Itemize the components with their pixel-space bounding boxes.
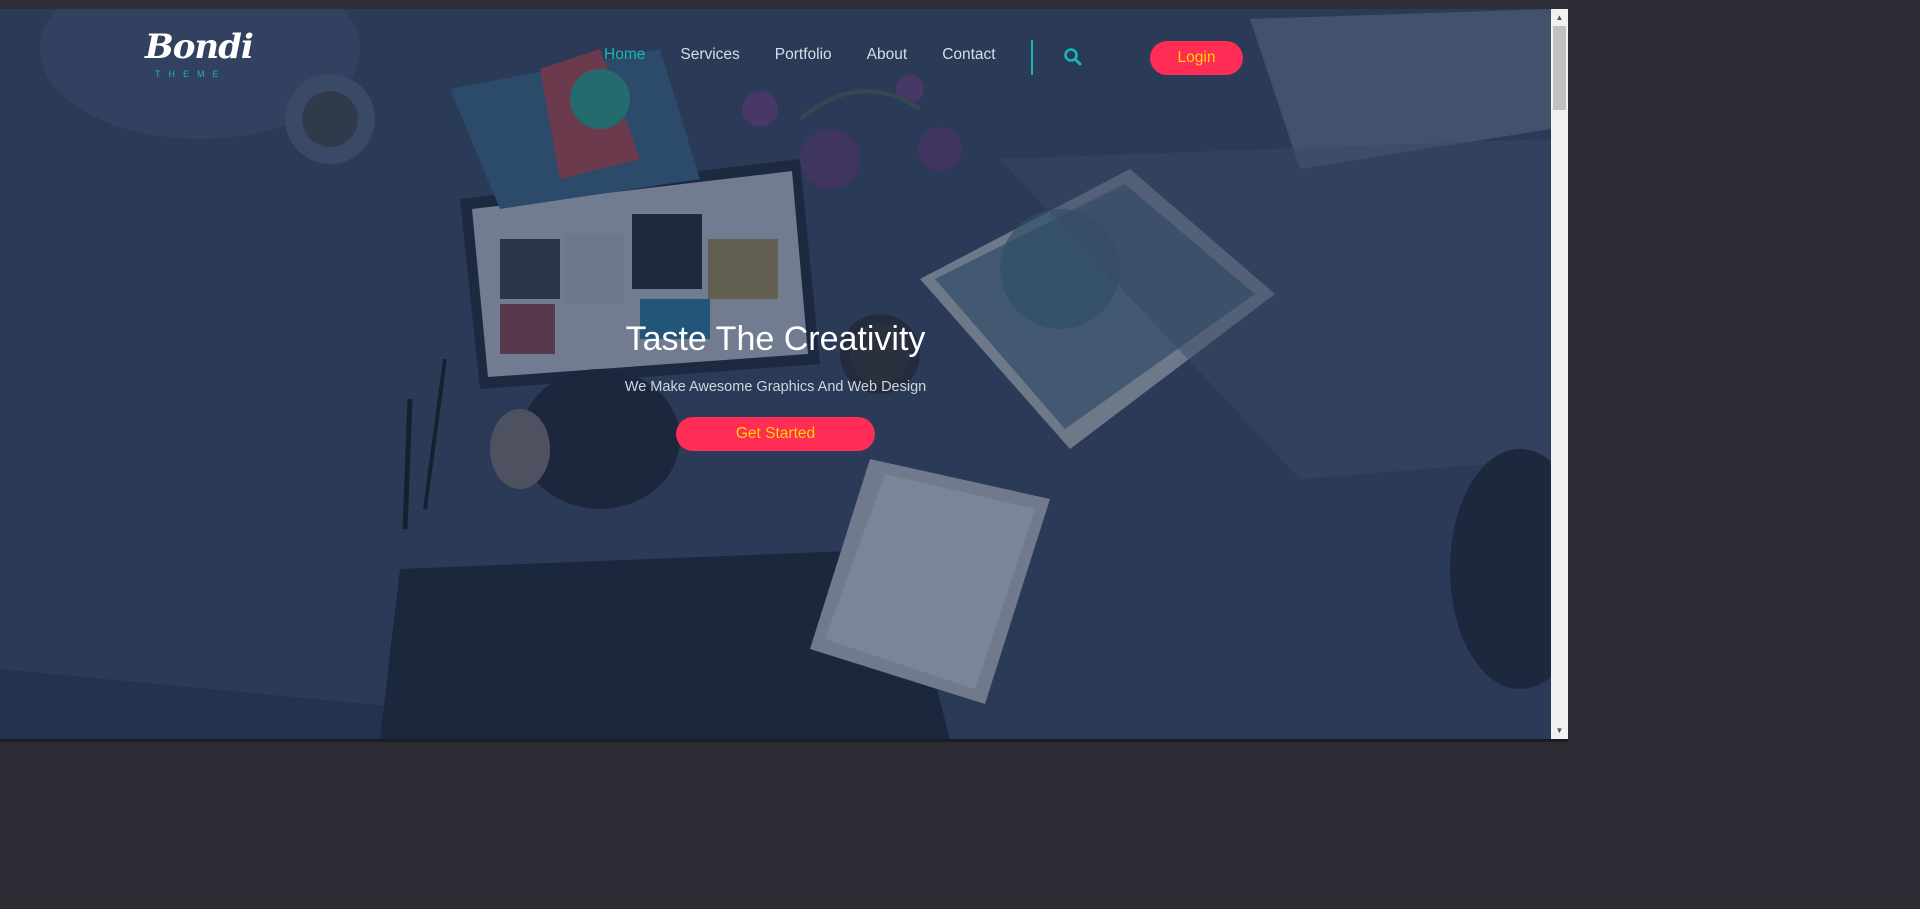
logo-subtitle: THEME [155, 69, 227, 79]
hero-color-overlay [0, 9, 1551, 739]
window-bottom-strip [0, 739, 1568, 742]
scroll-thumb[interactable] [1553, 26, 1566, 110]
login-button[interactable]: Login [1150, 41, 1243, 75]
hero-title: Taste The Creativity [625, 320, 926, 358]
get-started-button[interactable]: Get Started [676, 417, 875, 451]
window-top-strip [0, 0, 1568, 9]
scroll-down-arrow-icon[interactable]: ▼ [1551, 722, 1568, 739]
logo-wordmark: Bondi [145, 27, 254, 67]
nav-item-contact[interactable]: Contact [942, 45, 995, 65]
scroll-up-arrow-icon[interactable]: ▲ [1551, 9, 1568, 26]
nav-item-portfolio[interactable]: Portfolio [775, 45, 832, 65]
main-nav: Home Services Portfolio About Contact [604, 45, 1031, 65]
hero-subtitle: We Make Awesome Graphics And Web Design [624, 379, 927, 395]
site-logo[interactable]: Bondi THEME [145, 23, 254, 83]
nav-item-services[interactable]: Services [680, 45, 739, 65]
vertical-scrollbar[interactable]: ▲ ▼ [1551, 9, 1568, 739]
nav-item-home[interactable]: Home [604, 45, 645, 65]
page-viewport: Bondi THEME Home Services Portfolio Abou… [0, 9, 1551, 739]
search-icon[interactable] [1062, 46, 1084, 68]
nav-divider [1031, 40, 1033, 75]
nav-item-about[interactable]: About [867, 45, 908, 65]
